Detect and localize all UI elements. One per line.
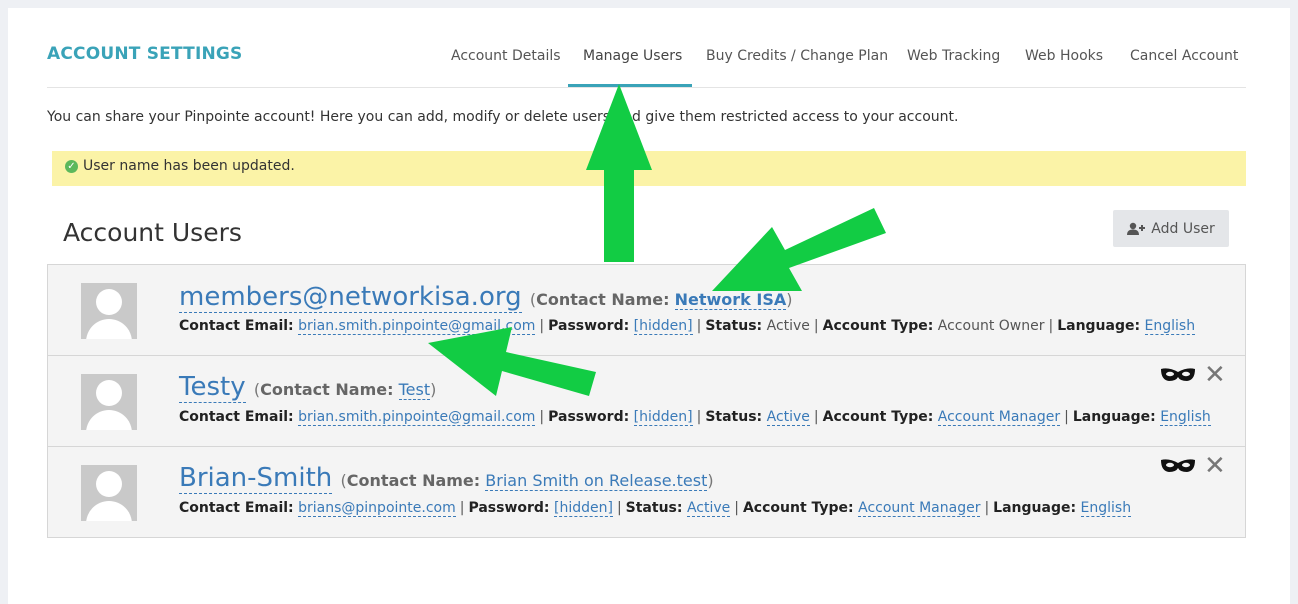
username-link[interactable]: Brian-Smith: [179, 463, 333, 494]
user-name-row: members@networkisa.org (Contact Name: Ne…: [179, 282, 793, 313]
tab-cancel-account[interactable]: Cancel Account: [1130, 48, 1238, 64]
contact-email-label: Contact Email:: [179, 409, 294, 425]
language-value[interactable]: English: [1160, 409, 1211, 426]
user-actions: ✕: [1160, 453, 1226, 483]
contact-name-label: Contact Name:: [260, 380, 394, 399]
tab-web-tracking[interactable]: Web Tracking: [907, 48, 1000, 64]
status-label: Status:: [625, 500, 683, 516]
user-actions: ✕: [1160, 362, 1226, 392]
account-type-label: Account Type:: [742, 500, 854, 516]
account-type-value[interactable]: Account Manager: [937, 409, 1061, 426]
language-value[interactable]: English: [1144, 318, 1196, 335]
password-label: Password:: [548, 318, 630, 334]
status-label: Status:: [705, 318, 763, 334]
add-user-button[interactable]: Add User: [1113, 210, 1229, 247]
tab-account-details[interactable]: Account Details: [451, 48, 561, 64]
avatar: [81, 465, 137, 521]
add-user-label: Add User: [1151, 220, 1215, 237]
contact-email-label: Contact Email:: [179, 318, 294, 334]
tab-web-hooks[interactable]: Web Hooks: [1025, 48, 1103, 64]
intro-text: You can share your Pinpointe account! He…: [47, 109, 959, 125]
username-link[interactable]: members@networkisa.org: [179, 282, 522, 313]
add-user-icon: [1127, 222, 1146, 235]
user-details: Contact Email: brians@pinpointe.com | Pass…: [179, 500, 1132, 517]
contact-name-group: (Contact Name: Network ISA): [529, 290, 793, 310]
password-value[interactable]: [hidden]: [633, 318, 693, 335]
language-label: Language:: [1072, 409, 1156, 425]
contact-name-value[interactable]: Test: [398, 380, 431, 400]
user-card: Brian-Smith (Contact Name: Brian Smith o…: [47, 446, 1246, 538]
account-type-label: Account Type:: [822, 318, 934, 334]
account-type-value: Account Owner: [937, 318, 1045, 334]
tab-manage-users[interactable]: Manage Users: [583, 48, 682, 64]
language-label: Language:: [1057, 318, 1141, 334]
language-value[interactable]: English: [1080, 500, 1132, 517]
user-details: Contact Email: brian.smith.pinpointe@gma…: [179, 318, 1196, 335]
page-title: ACCOUNT SETTINGS: [47, 44, 243, 64]
avatar: [81, 283, 137, 339]
section-title: Account Users: [63, 218, 242, 247]
success-alert: ✓ User name has been updated.: [52, 151, 1246, 186]
delete-user-icon[interactable]: ✕: [1204, 453, 1226, 479]
language-label: Language:: [993, 500, 1077, 516]
contact-email-value[interactable]: brian.smith.pinpointe@gmail.com: [298, 318, 536, 335]
status-value[interactable]: Active: [766, 409, 810, 426]
user-name-row: Testy (Contact Name: Test): [179, 372, 437, 403]
tabs-divider: [47, 87, 1246, 88]
status-value[interactable]: Active: [686, 500, 731, 517]
contact-name-label: Contact Name:: [536, 290, 670, 309]
impersonate-mask-icon[interactable]: [1160, 366, 1196, 384]
avatar: [81, 374, 137, 430]
password-value[interactable]: [hidden]: [553, 500, 613, 517]
user-details: Contact Email: brian.smith.pinpointe@gma…: [179, 409, 1211, 426]
tab-buy-credits[interactable]: Buy Credits / Change Plan: [706, 48, 888, 64]
contact-name-group: (Contact Name: Test): [253, 380, 437, 400]
contact-name-value[interactable]: Brian Smith on Release.test: [485, 471, 708, 491]
check-circle-icon: ✓: [65, 160, 78, 173]
account-type-value[interactable]: Account Manager: [858, 500, 981, 517]
contact-name-label: Contact Name:: [346, 471, 481, 490]
delete-user-icon[interactable]: ✕: [1204, 362, 1226, 388]
user-card: members@networkisa.org (Contact Name: Ne…: [47, 264, 1246, 356]
contact-email-value[interactable]: brians@pinpointe.com: [298, 500, 456, 517]
contact-name-group: (Contact Name: Brian Smith on Release.te…: [340, 471, 714, 491]
username-link[interactable]: Testy: [179, 372, 246, 403]
contact-email-label: Contact Email:: [179, 500, 294, 516]
status-label: Status:: [705, 409, 763, 425]
contact-name-value[interactable]: Network ISA: [674, 290, 787, 310]
password-label: Password:: [468, 500, 550, 516]
user-card: Testy (Contact Name: Test) Contact Email…: [47, 355, 1246, 447]
contact-email-value[interactable]: brian.smith.pinpointe@gmail.com: [298, 409, 536, 426]
user-name-row: Brian-Smith (Contact Name: Brian Smith o…: [179, 463, 714, 494]
password-label: Password:: [548, 409, 630, 425]
password-value[interactable]: [hidden]: [633, 409, 693, 426]
account-type-label: Account Type:: [822, 409, 934, 425]
alert-message: User name has been updated.: [83, 158, 295, 174]
status-value: Active: [766, 318, 810, 334]
impersonate-mask-icon[interactable]: [1160, 457, 1196, 475]
